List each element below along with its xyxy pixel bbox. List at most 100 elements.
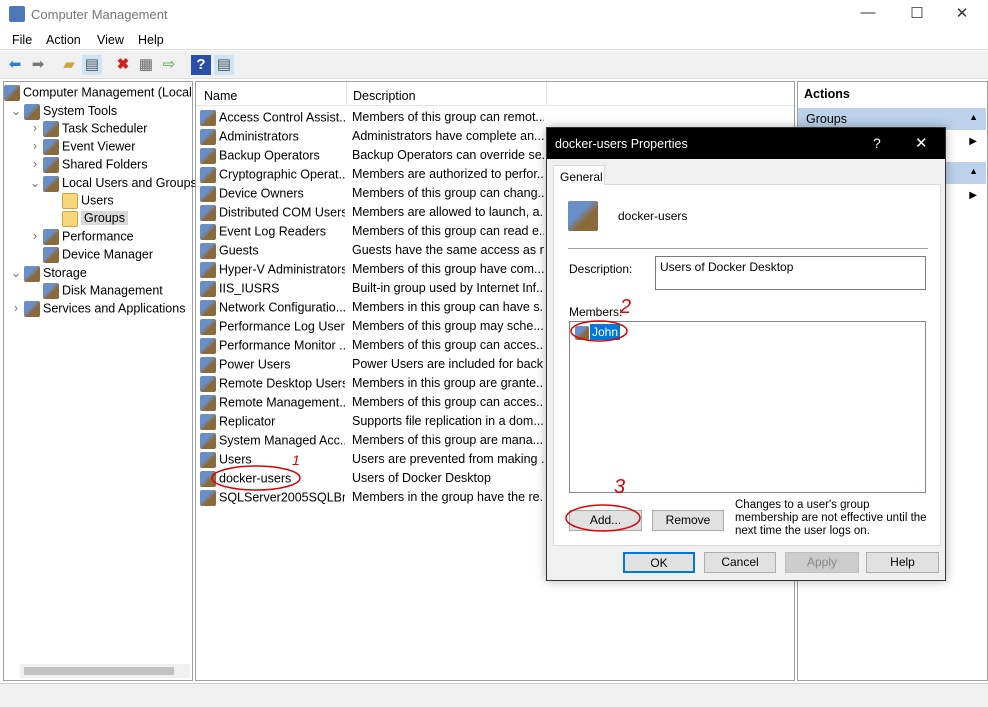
maximize-button[interactable]: ☐ xyxy=(902,4,932,22)
table-row[interactable]: Event Log Readers Members of this group c… xyxy=(196,222,546,241)
dialog-help-button[interactable]: ? xyxy=(873,135,881,151)
back-icon[interactable]: ⬅ xyxy=(5,55,25,75)
group-description-cell: Members of this group have com... xyxy=(352,262,544,276)
show-hide-tree-icon[interactable]: ▤ xyxy=(82,55,102,75)
tree-item[interactable]: › Performance xyxy=(27,229,134,245)
group-description-cell: Users of Docker Desktop xyxy=(352,471,491,485)
remove-button[interactable]: Remove xyxy=(652,510,724,531)
member-item[interactable]: John xyxy=(575,324,621,340)
expander-icon[interactable]: › xyxy=(27,229,43,243)
expander-icon[interactable]: ⌄ xyxy=(27,175,43,190)
tree-item[interactable]: ⌄ Storage xyxy=(8,265,87,282)
tree-item[interactable]: Users xyxy=(46,193,114,209)
member-name: John xyxy=(590,324,621,340)
collapse-icon[interactable]: ▲ xyxy=(969,166,978,176)
expander-icon[interactable]: ⌄ xyxy=(8,103,24,118)
group-description-cell: Members of this group can acces... xyxy=(352,395,544,409)
table-row[interactable]: Hyper-V Administrators Members of this gr… xyxy=(196,260,546,279)
tree-item[interactable]: ⌄ Local Users and Groups xyxy=(27,175,197,192)
group-name-cell: Power Users xyxy=(200,357,345,373)
menu-help[interactable]: Help xyxy=(138,33,164,47)
menu-action[interactable]: Action xyxy=(46,33,81,47)
description-field[interactable]: Users of Docker Desktop xyxy=(655,256,926,290)
export-icon[interactable]: ⇨ xyxy=(159,55,179,75)
table-row[interactable]: Users Users are prevented from making ... xyxy=(196,450,546,469)
expander-icon[interactable]: ⌄ xyxy=(8,265,24,280)
members-list[interactable]: John xyxy=(569,321,926,493)
table-row[interactable]: Remote Management... Members of this grou… xyxy=(196,393,546,412)
group-name-cell: Users xyxy=(200,452,345,468)
tree-item[interactable]: › Event Viewer xyxy=(27,139,135,155)
more-actions-icon[interactable]: ▶ xyxy=(969,190,977,201)
group-icon xyxy=(200,395,216,411)
table-row[interactable]: Guests Guests have the same access as m..… xyxy=(196,241,546,260)
column-name[interactable]: Name xyxy=(204,89,237,103)
group-name-cell: Performance Monitor ... xyxy=(200,338,345,354)
table-row[interactable]: Performance Monitor ... Members of this g… xyxy=(196,336,546,355)
group-icon xyxy=(200,490,216,506)
group-icon xyxy=(200,414,216,430)
table-row[interactable]: Power Users Power Users are included for … xyxy=(196,355,546,374)
table-row[interactable]: SQLServer2005SQLBro... Members in the gro… xyxy=(196,488,546,507)
tree-horizontal-scrollbar[interactable] xyxy=(20,664,190,678)
expander-icon[interactable]: › xyxy=(27,139,43,153)
expander-icon[interactable]: › xyxy=(8,301,24,315)
column-description[interactable]: Description xyxy=(353,89,416,103)
table-row[interactable]: Device Owners Members of this group can c… xyxy=(196,184,546,203)
tree-item[interactable]: Computer Management (Local xyxy=(4,85,192,101)
close-button[interactable]: ✕ xyxy=(947,4,977,22)
scrollbar-thumb[interactable] xyxy=(24,667,174,675)
table-row[interactable]: Replicator Supports file replication in a… xyxy=(196,412,546,431)
forward-icon[interactable]: ➡ xyxy=(28,55,48,75)
tree-item[interactable]: ⌄ System Tools xyxy=(8,103,117,120)
dialog-close-button[interactable]: ✕ xyxy=(915,134,928,152)
minimize-button[interactable]: — xyxy=(853,4,883,21)
table-row[interactable]: System Managed Acc... Members of this gro… xyxy=(196,431,546,450)
tree-item[interactable]: Device Manager xyxy=(27,247,153,263)
help-button[interactable]: Help xyxy=(866,552,939,573)
tree-item[interactable]: › Task Scheduler xyxy=(27,121,147,137)
table-row[interactable]: Network Configuratio... Members in this g… xyxy=(196,298,546,317)
dialog-title: docker-users Properties xyxy=(555,137,688,151)
table-row[interactable]: IIS_IUSRS Built-in group used by Internet… xyxy=(196,279,546,298)
menu-view[interactable]: View xyxy=(97,33,124,47)
delete-icon[interactable]: ✖ xyxy=(113,55,133,75)
table-row[interactable]: Backup Operators Backup Operators can ove… xyxy=(196,146,546,165)
group-description-cell: Members of this group can chang... xyxy=(352,186,544,200)
window-title: Computer Management xyxy=(31,7,168,22)
toolbar: ⬅ ➡ ▰ ▤ ✖ ▦ ⇨ ? ▤ xyxy=(0,51,988,79)
group-name-cell: Cryptographic Operat... xyxy=(200,167,345,183)
show-hide-action-pane-icon[interactable]: ▤ xyxy=(214,55,234,75)
apply-button[interactable]: Apply xyxy=(785,552,859,573)
table-row[interactable]: docker-users Users of Docker Desktop xyxy=(196,469,546,488)
more-actions-icon[interactable]: ▶ xyxy=(969,136,977,147)
add-button[interactable]: Add... xyxy=(569,510,642,531)
cancel-button[interactable]: Cancel xyxy=(704,552,776,573)
tree-item-label: Event Viewer xyxy=(62,139,136,154)
group-name-cell: System Managed Acc... xyxy=(200,433,345,449)
node-icon xyxy=(24,103,40,120)
group-icon xyxy=(200,452,216,468)
group-icon xyxy=(200,338,216,354)
table-row[interactable]: Remote Desktop Users Members in this grou… xyxy=(196,374,546,393)
tree-item[interactable]: Groups xyxy=(46,211,128,227)
tree-item[interactable]: › Services and Applications xyxy=(8,301,185,317)
collapse-icon[interactable]: ▲ xyxy=(969,112,978,122)
table-row[interactable]: Distributed COM Users Members are allowed… xyxy=(196,203,546,222)
expander-icon[interactable]: › xyxy=(27,121,43,135)
title-bar: Computer Management — ☐ ✕ xyxy=(0,0,988,28)
table-row[interactable]: Performance Log Users Members of this gro… xyxy=(196,317,546,336)
table-row[interactable]: Cryptographic Operat... Members are autho… xyxy=(196,165,546,184)
up-folder-icon[interactable]: ▰ xyxy=(59,55,79,75)
properties-icon[interactable]: ▦ xyxy=(136,55,156,75)
menu-file[interactable]: File xyxy=(12,33,32,47)
expander-icon[interactable]: › xyxy=(27,157,43,171)
table-row[interactable]: Access Control Assist... Members of this … xyxy=(196,108,546,127)
tree-item[interactable]: Disk Management xyxy=(27,283,163,299)
group-name-cell: Guests xyxy=(200,243,345,259)
tab-general[interactable]: General xyxy=(553,165,605,185)
ok-button[interactable]: OK xyxy=(623,552,695,573)
help-icon[interactable]: ? xyxy=(191,55,211,75)
tree-item[interactable]: › Shared Folders xyxy=(27,157,147,173)
table-row[interactable]: Administrators Administrators have comple… xyxy=(196,127,546,146)
